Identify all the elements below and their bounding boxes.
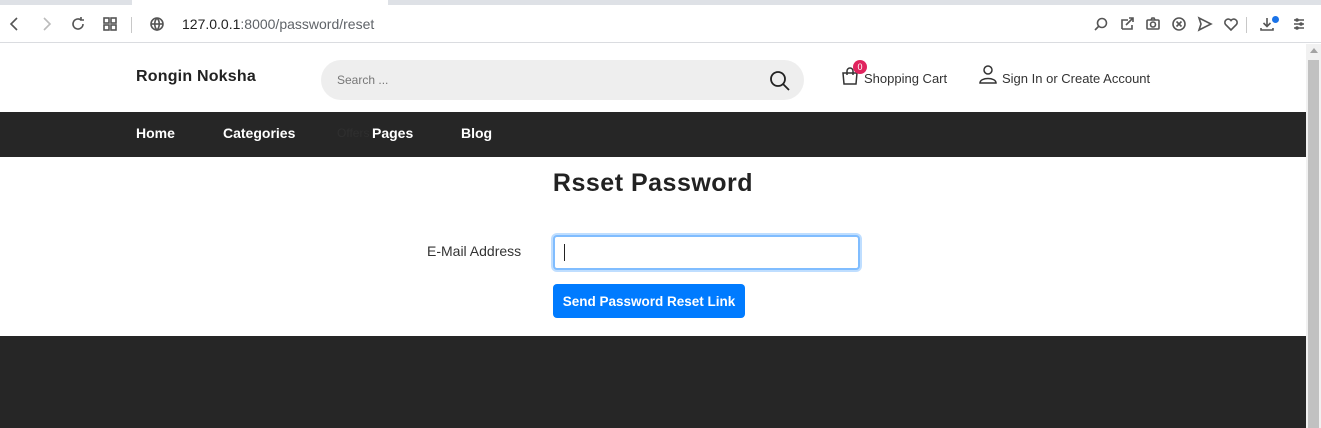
back-icon[interactable] xyxy=(4,13,26,35)
text-caret xyxy=(564,244,565,261)
url-path: :8000/password/reset xyxy=(240,16,375,32)
scrollbar-thumb[interactable] xyxy=(1308,60,1319,428)
scroll-up-arrow-icon[interactable] xyxy=(1310,48,1318,53)
send-icon[interactable] xyxy=(1194,13,1216,35)
page-title: Rsset Password xyxy=(552,169,754,197)
zoom-search-icon[interactable] xyxy=(1090,13,1112,35)
cart-label: Shopping Cart xyxy=(864,70,948,86)
nav-item-pages[interactable]: Pages xyxy=(372,125,413,141)
address-bar[interactable]: 127.0.0.1:8000/password/reset xyxy=(182,14,374,34)
user-icon xyxy=(978,64,998,88)
download-indicator-dot xyxy=(1272,16,1279,23)
share-edit-icon[interactable] xyxy=(1116,13,1138,35)
search-icon[interactable] xyxy=(768,69,792,93)
toolbar-divider-right xyxy=(1246,17,1247,33)
shopping-cart-link[interactable]: 0 Shopping Cart xyxy=(840,60,948,88)
footer xyxy=(0,336,1306,428)
site-logo[interactable]: Rongin Noksha xyxy=(136,68,256,86)
tab-grid-icon[interactable] xyxy=(99,13,121,35)
globe-icon[interactable] xyxy=(146,13,168,35)
account-label: Sign In or Create Account xyxy=(1002,70,1151,86)
cart-icon: 0 xyxy=(840,60,867,86)
account-link[interactable]: Sign In or Create Account xyxy=(978,64,1150,88)
browser-toolbar: 127.0.0.1:8000/password/reset xyxy=(0,5,1321,43)
search-input[interactable] xyxy=(337,70,757,90)
nav-item-home[interactable]: Home xyxy=(136,125,175,141)
main-nav: Home Categories Offers Pages Blog xyxy=(0,112,1306,157)
nav-item-categories[interactable]: Categories xyxy=(223,125,295,141)
email-field[interactable] xyxy=(553,235,860,270)
nav-item-hidden[interactable]: Offers xyxy=(337,126,369,140)
camera-icon[interactable] xyxy=(1142,13,1164,35)
reload-icon[interactable] xyxy=(67,13,89,35)
toolbar-divider xyxy=(131,17,132,33)
page-viewport: Rongin Noksha 0 Shopping Cart Sign In or… xyxy=(0,44,1306,428)
menu-icon[interactable] xyxy=(1288,13,1310,35)
heart-icon[interactable] xyxy=(1220,13,1242,35)
cart-count-badge: 0 xyxy=(853,60,867,74)
nav-item-blog[interactable]: Blog xyxy=(461,125,492,141)
send-reset-link-button[interactable]: Send Password Reset Link xyxy=(553,284,745,318)
close-circle-icon[interactable] xyxy=(1168,13,1190,35)
url-host: 127.0.0.1 xyxy=(182,16,241,32)
forward-icon[interactable] xyxy=(35,13,57,35)
search-bar xyxy=(321,60,804,100)
email-label: E-Mail Address xyxy=(427,243,522,259)
page-scrollbar[interactable] xyxy=(1306,44,1321,428)
